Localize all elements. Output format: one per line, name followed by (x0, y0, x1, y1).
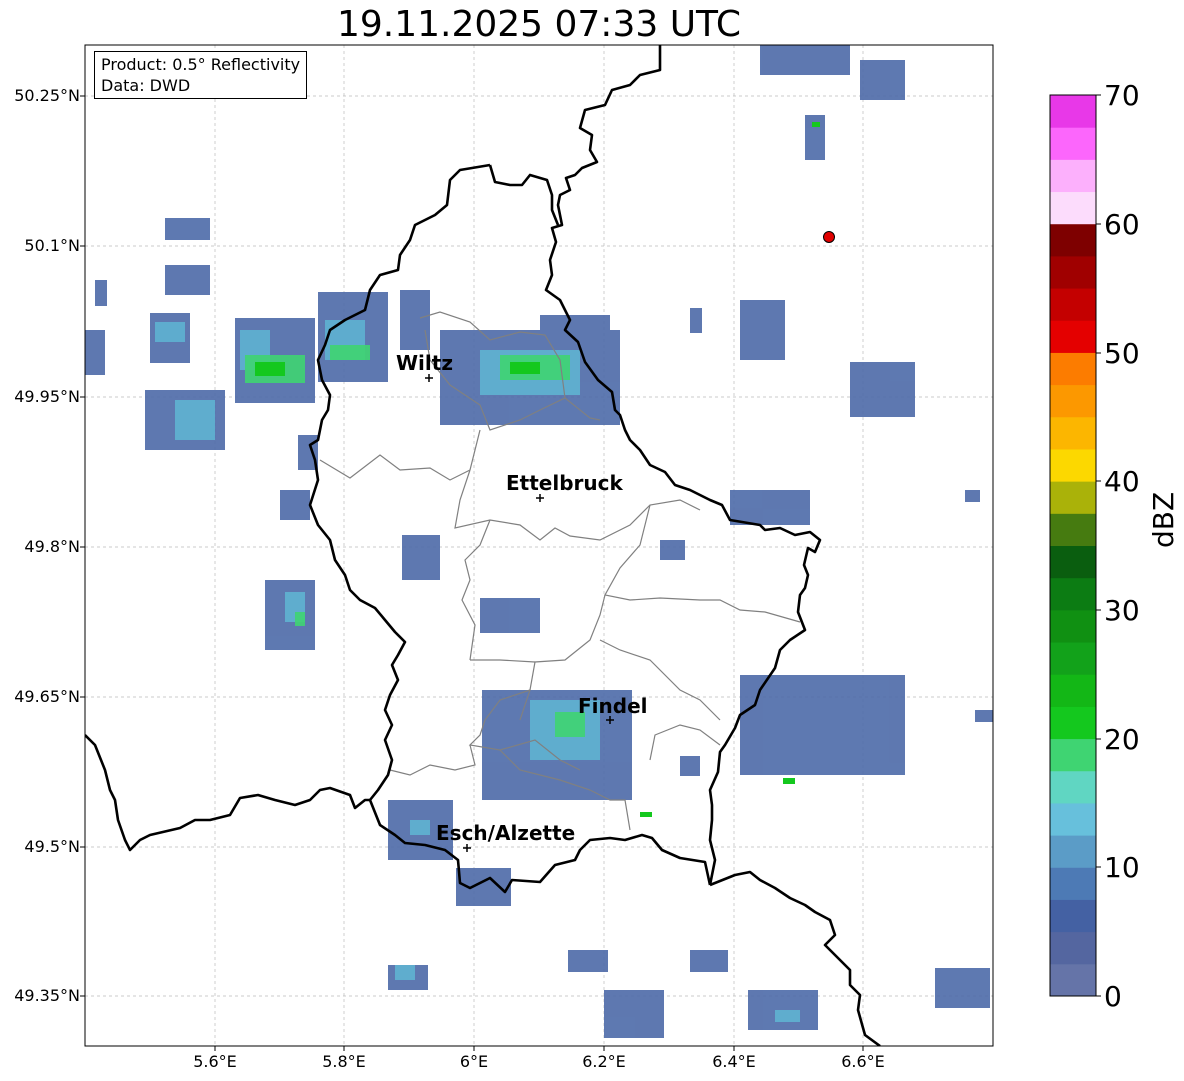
colorbar-segment (1050, 255, 1096, 289)
colorbar-segment (1050, 835, 1096, 868)
colorbar-segment (1050, 384, 1096, 418)
colorbar-segment (1050, 770, 1096, 804)
lat-label: 49.8°N (24, 537, 80, 556)
colorbar-title: dBZ (1147, 491, 1180, 548)
lon-label: 6.2°E (582, 1052, 626, 1071)
colorbar-segment (1050, 706, 1096, 740)
colorbar-ticks (1096, 94, 1101, 997)
lat-label: 49.35°N (14, 986, 80, 1005)
data-source-label: Data: DWD (101, 76, 191, 95)
colorbar-segment (1050, 609, 1096, 643)
colorbar-segment (1050, 577, 1096, 611)
colorbar-segment (1050, 416, 1096, 450)
colorbar-segment (1050, 642, 1096, 675)
colorbar (1050, 95, 1096, 997)
colorbar-segment (1050, 191, 1096, 225)
colorbar-segment (1050, 545, 1096, 579)
colorbar-tick-label: 0 (1104, 980, 1122, 1013)
colorbar-segment (1050, 159, 1096, 193)
colorbar-segment (1050, 899, 1096, 933)
lon-label: 5.8°E (322, 1052, 366, 1071)
colorbar-segment (1050, 288, 1096, 321)
colorbar-tick-label: 30 (1104, 594, 1140, 627)
product-label: Product: 0.5° Reflectivity (101, 55, 301, 74)
city-label-esch-alzette: Esch/Alzette (436, 821, 576, 845)
lon-label: 5.6°E (193, 1052, 237, 1071)
colorbar-segment (1050, 448, 1096, 482)
colorbar-segment (1050, 127, 1096, 160)
colorbar-segment (1050, 931, 1096, 965)
colorbar-segment (1050, 481, 1096, 514)
city-label-ettelbruck: Ettelbruck (506, 471, 623, 495)
colorbar-segment (1050, 802, 1096, 836)
lat-label: 49.95°N (14, 387, 80, 406)
map-frame (84, 44, 994, 1047)
radar-echoes (85, 45, 993, 1038)
colorbar-tick-label: 10 (1104, 851, 1140, 884)
colorbar-segment (1050, 738, 1096, 772)
lat-label: 50.25°N (14, 86, 80, 105)
lon-label: 6°E (459, 1052, 489, 1071)
colorbar-tick-label: 50 (1104, 337, 1140, 370)
colorbar-segment (1050, 352, 1096, 386)
product-info-box: Product: 0.5° Reflectivity Data: DWD (94, 51, 308, 99)
colorbar-segment (1050, 513, 1096, 546)
radar-map (80, 44, 1101, 1051)
colorbar-segment (1050, 867, 1096, 900)
colorbar-tick-label: 70 (1104, 79, 1140, 112)
lat-label: 49.5°N (24, 837, 80, 856)
lat-label: 49.65°N (14, 687, 80, 706)
colorbar-tick-label: 60 (1104, 208, 1140, 241)
lat-label: 50.1°N (24, 236, 80, 255)
grid-lines (85, 45, 993, 1046)
radar-site-marker (823, 231, 835, 243)
city-label-wiltz: Wiltz (396, 351, 453, 375)
lon-label: 6.4°E (712, 1052, 756, 1071)
colorbar-tick-label: 20 (1104, 723, 1140, 756)
colorbar-tick-label: 40 (1104, 465, 1140, 498)
colorbar-segment (1050, 963, 1096, 997)
colorbar-segment (1050, 320, 1096, 353)
colorbar-segment (1050, 674, 1096, 707)
colorbar-segment (1050, 95, 1096, 128)
lon-label: 6.6°E (841, 1052, 885, 1071)
colorbar-segment (1050, 223, 1096, 257)
city-label-findel: Findel (578, 694, 648, 718)
